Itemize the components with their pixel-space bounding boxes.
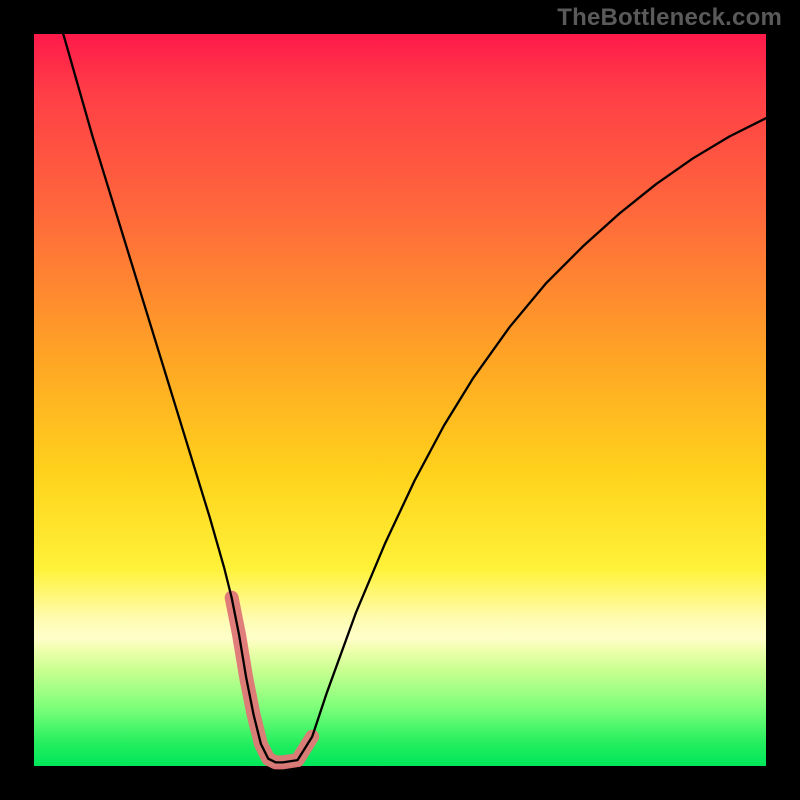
watermark-text: TheBottleneck.com bbox=[557, 4, 782, 32]
curve-layer bbox=[34, 34, 766, 766]
accent-segment bbox=[232, 598, 313, 763]
plot-area bbox=[34, 34, 766, 766]
figure-container: TheBottleneck.com bbox=[0, 0, 800, 800]
bottleneck-curve bbox=[63, 34, 766, 762]
